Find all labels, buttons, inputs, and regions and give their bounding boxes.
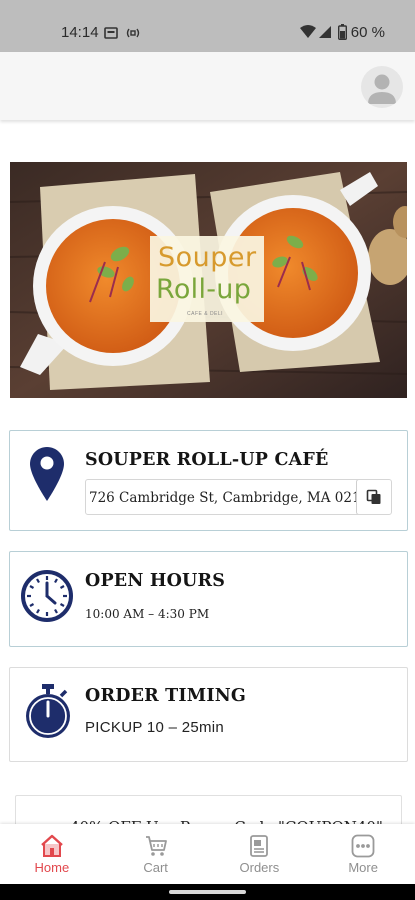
signal-icon <box>318 25 332 44</box>
nav-more[interactable]: More <box>311 824 415 884</box>
logo-text-souper: Souper <box>158 242 257 273</box>
nav-orders[interactable]: Orders <box>208 824 312 884</box>
home-icon <box>40 834 64 863</box>
logo-tagline: CAFE & DELI <box>187 311 224 317</box>
stopwatch-icon <box>23 682 73 745</box>
order-timing-title: ORDER TIMING <box>85 686 247 706</box>
user-icon <box>368 74 396 104</box>
cafe-name: SOUPER ROLL-UP CAFÉ <box>85 450 329 470</box>
radio-icon <box>126 26 140 44</box>
address-text: 726 Cambridge St, Cambridge, MA 02141 <box>89 490 378 506</box>
nav-more-label: More <box>348 860 378 875</box>
bottom-navigation: Home Cart Orders More <box>0 824 415 884</box>
nav-cart[interactable]: Cart <box>104 824 208 884</box>
nav-cart-label: Cart <box>143 860 168 875</box>
open-hours-title: OPEN HOURS <box>85 571 226 591</box>
app-header <box>0 52 415 120</box>
logo-text-rollup: Roll-up <box>156 274 252 305</box>
status-bar: 14:14 60 % <box>0 0 415 52</box>
profile-avatar[interactable] <box>361 66 403 108</box>
location-card: SOUPER ROLL-UP CAFÉ 726 Cambridge St, Ca… <box>9 430 408 531</box>
order-timing-card: ORDER TIMING PICKUP 10 – 25min <box>9 667 408 762</box>
more-icon <box>351 834 375 863</box>
orders-icon <box>247 834 271 863</box>
copy-icon <box>366 489 381 504</box>
nav-orders-label: Orders <box>239 860 280 875</box>
brand-logo: Souper Roll-up CAFE & DELI <box>150 236 264 322</box>
address-field: 726 Cambridge St, Cambridge, MA 02141 <box>85 479 392 515</box>
status-time: 14:14 <box>61 24 99 41</box>
clock-icon <box>20 569 74 628</box>
notification-icon <box>104 26 118 44</box>
copy-address-button[interactable] <box>356 480 391 514</box>
battery-percentage: 60 % <box>350 24 385 41</box>
location-pin-icon <box>30 447 64 506</box>
system-gesture-area <box>0 884 415 900</box>
nav-home-label: Home <box>34 860 70 875</box>
cart-icon <box>144 834 168 863</box>
battery-icon <box>337 24 347 45</box>
home-gesture-handle[interactable] <box>169 890 246 894</box>
pickup-time: PICKUP 10 – 25min <box>85 719 225 736</box>
wifi-icon <box>300 25 316 44</box>
open-hours-card: OPEN HOURS 10:00 AM – 4:30 PM <box>9 551 408 647</box>
nav-home[interactable]: Home <box>0 824 104 884</box>
hero-image: Souper Roll-up CAFE & DELI <box>10 162 407 398</box>
open-hours-value: 10:00 AM – 4:30 PM <box>85 607 210 621</box>
